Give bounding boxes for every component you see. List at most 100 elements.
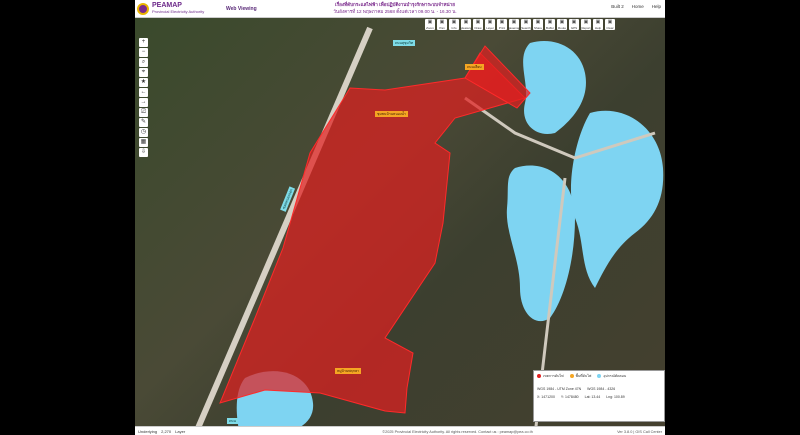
toolbar-icon: ▣ bbox=[451, 19, 457, 25]
legend-label-2: พื้นที่ดับไฟ bbox=[575, 374, 592, 378]
toolbar-label: Draw bbox=[474, 26, 482, 30]
side-tool-5[interactable]: ← bbox=[139, 88, 148, 97]
side-tool-11[interactable]: ⇩ bbox=[139, 148, 148, 157]
toolbar-icon: ▣ bbox=[571, 19, 577, 25]
toolbar-label: GPS bbox=[570, 26, 578, 30]
coord-lng: Lng: 100.89 bbox=[606, 395, 625, 399]
legend-swatch-orange-icon bbox=[569, 374, 574, 379]
toolbar-label: Print bbox=[498, 26, 506, 30]
side-tool-7[interactable]: ⎚ bbox=[139, 108, 148, 117]
toolbar-button-11[interactable]: ▣ Route bbox=[557, 19, 567, 30]
legend-label-1: เขตการดับไฟ bbox=[543, 374, 564, 378]
legend-item-zone: เขตการดับไฟ bbox=[537, 373, 564, 379]
side-tool-6[interactable]: → bbox=[139, 98, 148, 107]
legend-label-3: อุปกรณ์ตัดตอน bbox=[603, 374, 627, 378]
copyright-text: ©2025 Provincial Electricity Authority. … bbox=[382, 429, 533, 434]
toolbar-button-6[interactable]: ▣ Print bbox=[497, 19, 507, 30]
map-label-1: ถนนสุขุมวิท bbox=[393, 40, 416, 46]
toolbar-button-1[interactable]: ▣ Pan bbox=[437, 19, 447, 30]
logo-subtitle: Provincial Electricity Authority bbox=[152, 8, 205, 14]
toolbar-button-13[interactable]: ▣ Report bbox=[581, 19, 591, 30]
coord-x: X: 1471200 bbox=[537, 395, 555, 399]
toolbar-icon: ▣ bbox=[547, 19, 553, 25]
side-tool-3[interactable]: ⌖ bbox=[139, 68, 148, 77]
link-built[interactable]: Built 2 bbox=[611, 4, 624, 9]
toolbar-button-14[interactable]: ▣ Help bbox=[593, 19, 603, 30]
toolbar-label: Layer bbox=[486, 26, 494, 30]
toolbar-label: Route bbox=[557, 26, 566, 30]
toolbar-label: Basemap bbox=[507, 26, 521, 30]
toolbar-button-2[interactable]: ▣ Info bbox=[449, 19, 459, 30]
toolbar-button-9[interactable]: ▣ Share bbox=[533, 19, 543, 30]
toolbar-label: Report bbox=[581, 26, 591, 30]
toolbar-icon: ▣ bbox=[511, 19, 517, 25]
app-header: PEAMAP Provincial Electricity Authority … bbox=[135, 0, 665, 18]
toolbar-icon: ▣ bbox=[559, 19, 565, 25]
toolbar-icon: ▣ bbox=[463, 19, 469, 25]
toolbar-icon: ▣ bbox=[523, 19, 529, 25]
coord-lat: Lat: 13.44 bbox=[584, 395, 601, 399]
map-label-2: ถนนเลียบ bbox=[465, 64, 484, 70]
map-label-5: หมู่บ้านพฤกษา bbox=[335, 368, 362, 374]
toolbar-label: Zoom bbox=[426, 26, 434, 30]
side-tool-8[interactable]: ✎ bbox=[139, 118, 148, 127]
toolbar-button-0[interactable]: ▣ Zoom bbox=[425, 19, 435, 30]
legend-swatch-blue-icon bbox=[597, 374, 602, 379]
toolbar-label: Pan bbox=[439, 26, 445, 30]
toolbar-button-10[interactable]: ▣ Buffer bbox=[545, 19, 555, 30]
map-label-6: ถนน bbox=[227, 418, 238, 424]
banner-line-2: วันอังคารที่ 12 พฤษภาคม 2568 ตั้งแต่เวลา… bbox=[333, 9, 457, 14]
toolbar-label: Buffer bbox=[546, 26, 554, 30]
side-tool-4[interactable]: ★ bbox=[139, 78, 148, 87]
link-help[interactable]: Help bbox=[652, 4, 661, 9]
version-text: Ver 3.8.0 | GIS Call Center bbox=[617, 429, 662, 434]
toolbar-label: Info bbox=[451, 26, 457, 30]
web-viewing-label: Web Viewing bbox=[226, 5, 257, 12]
pea-logo-icon bbox=[137, 2, 149, 15]
toolbar-label: Help bbox=[594, 26, 602, 30]
pea-logo[interactable]: PEAMAP Provincial Electricity Authority bbox=[135, 2, 222, 15]
toolbar-button-15[interactable]: ▣ Clear bbox=[605, 19, 615, 30]
toolbar-button-4[interactable]: ▣ Draw bbox=[473, 19, 483, 30]
legend-item-area: พื้นที่ดับไฟ bbox=[569, 373, 592, 379]
side-tool-1[interactable]: − bbox=[139, 48, 148, 57]
status-layer[interactable]: Layer bbox=[175, 429, 185, 434]
outage-area[interactable] bbox=[219, 52, 526, 414]
lake-east bbox=[570, 110, 664, 288]
toolbar-icon: ▣ bbox=[427, 19, 433, 25]
coord-system-2: WGS 1984 - 4326 bbox=[587, 387, 616, 391]
map-label-3: ชุมชนบ้านหนองน้ำ bbox=[375, 111, 408, 117]
coord-y: Y: 1478480 bbox=[560, 395, 579, 399]
status-bar: Underlying 2,270 Layer ©2025 Provincial … bbox=[135, 426, 665, 435]
link-home[interactable]: Home bbox=[632, 4, 644, 9]
side-tool-9[interactable]: ◷ bbox=[139, 128, 148, 137]
header-links: Built 2 Home Help bbox=[611, 4, 661, 9]
legend-swatch-red-icon bbox=[537, 374, 541, 379]
toolbar-button-3[interactable]: ▣ Measure bbox=[460, 19, 472, 30]
toolbar-icon: ▣ bbox=[583, 19, 589, 25]
outage-banner: เรื่องที่ดับกระแสไฟฟ้า เพื่อปฏิบัติงานบำ… bbox=[320, 1, 470, 15]
toolbar-label: Clear bbox=[606, 26, 614, 30]
toolbar-button-12[interactable]: ▣ GPS bbox=[569, 19, 579, 30]
toolbar-icon: ▣ bbox=[607, 19, 613, 25]
status-underlying[interactable]: Underlying bbox=[138, 429, 157, 434]
toolbar-icon: ▣ bbox=[535, 19, 541, 25]
toolbar-icon: ▣ bbox=[439, 19, 445, 25]
coord-system-1: WGS 1984 - UTM Zone 47N bbox=[537, 387, 582, 391]
side-tool-2[interactable]: ⌕ bbox=[139, 58, 148, 67]
toolbar-label: Share bbox=[533, 26, 542, 30]
toolbar-button-8[interactable]: ▣ Search bbox=[521, 19, 531, 30]
toolbar-icon: ▣ bbox=[475, 19, 481, 25]
toolbar-label: Measure bbox=[460, 26, 472, 30]
legend-panel: เขตการดับไฟ พื้นที่ดับไฟ อุปกรณ์ตัดตอน W… bbox=[533, 370, 665, 422]
banner-line-1: เรื่องที่ดับกระแสไฟฟ้า เพื่อปฏิบัติงานบำ… bbox=[335, 2, 455, 7]
toolbar-button-7[interactable]: ▣ Basemap bbox=[507, 19, 521, 30]
toolbar-icon: ▣ bbox=[595, 19, 601, 25]
toolbar-icon: ▣ bbox=[487, 19, 493, 25]
toolbar-icon: ▣ bbox=[499, 19, 505, 25]
legend-item-device: อุปกรณ์ตัดตอน bbox=[597, 373, 626, 379]
app-frame: ถนนสุขุมวิท ถนนเลียบ ชุมชนบ้านหนองน้ำ ซอ… bbox=[135, 0, 665, 435]
side-tool-10[interactable]: ▦ bbox=[139, 138, 148, 147]
toolbar-button-5[interactable]: ▣ Layer bbox=[485, 19, 495, 30]
side-tool-0[interactable]: + bbox=[139, 38, 148, 47]
